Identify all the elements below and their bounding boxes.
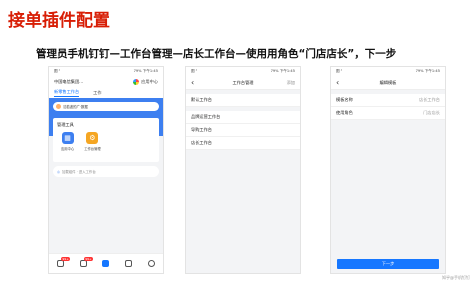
message-icon [56,260,64,267]
apps-icon [133,79,140,85]
nav-title: 工作台管理 [232,79,254,85]
tile-label: 工作台管理 [84,147,101,151]
tile-label: 应用中心 [61,147,75,151]
card-title: 管理工具 [57,122,74,127]
back-icon[interactable]: ‹ [336,78,339,87]
management-tools-card: 管理工具 ▦ 应用中心 ⚙ 工作台管理 [53,118,159,162]
profile-icon [148,260,156,267]
avatar [56,104,61,109]
info-icon: ◎ [57,169,60,174]
nav-title: 编辑模板 [379,79,397,85]
carrier-text: 图 ᵃ [336,69,343,73]
contacts-icon [125,260,133,267]
status-bar: 图 ᵃ 79% 下午1:45 [186,67,300,76]
row-label: 品牌运营工作台 [191,114,221,119]
nav-workbench[interactable] [102,260,110,267]
carrier-text: 图 ᵃ [191,69,198,73]
workbench-icon [102,260,110,267]
role-field[interactable]: 使用角色 门店店长 [331,107,445,120]
custom-section: 品牌运营工作台 导购工作台 店长工作台 [186,111,300,150]
gear-icon: ⚙ [86,132,99,144]
field-value: 门店店长 [423,110,440,115]
list-item[interactable]: 品牌运营工作台 [186,111,300,124]
org-name[interactable]: 中国电信集团... [54,79,83,85]
apps-label: 应用中心 [141,79,158,84]
tile-workbench-manage[interactable]: ⚙ 工作台管理 [84,132,101,151]
status-right: 79% 下午1:45 [133,69,158,73]
phone-workbench-manage: 图 ᵃ 79% 下午1:45 ‹ 工作台管理 添加 默认工作台 品牌运营工作台 … [185,66,301,274]
nav-bar: ‹ 工作台管理 添加 [186,76,300,90]
row-label: 店长工作台 [191,140,212,145]
add-button[interactable]: 添加 [287,80,295,86]
status-bar: 图 ᵃ 79% 下午1:45 [331,67,445,76]
carrier-text: 图 ᵃ [54,69,61,73]
apps-center-link[interactable]: 应用中心 [133,79,158,85]
back-icon[interactable]: ‹ [191,78,194,87]
tab-work[interactable]: 工作 [93,90,101,96]
page-subtitle: 管理员手机钉钉—工作台管理—店长工作台—使用用角色“门店店长”，下一步 [36,48,397,60]
field-label: 使用角色 [336,110,353,115]
status-right: 79% 下午1:45 [415,69,440,73]
tip-bar[interactable]: ◎ 加载组件 · 进入工作台 [53,166,159,177]
field-value: 店长工作台 [419,97,440,102]
page-title: 接单插件配置 [8,11,110,31]
badge: 99+ [83,257,94,261]
tip-text: 加载组件 · 进入工作台 [61,170,96,174]
nav-bar: ‹ 编辑模板 [331,76,445,90]
bottom-nav: 99+ 99+ [49,253,163,273]
nav-contacts[interactable] [125,260,133,267]
tile-app-center[interactable]: ▦ 应用中心 [61,132,74,151]
nav-docs[interactable]: 99+ [79,257,94,267]
status-right: 79% 下午1:45 [270,69,295,73]
default-section: 默认工作台 [186,94,300,107]
list-item[interactable]: 导购工作台 [186,124,300,137]
tab-retail-workbench[interactable]: 新零售工作台 [54,89,80,97]
nav-messages[interactable]: 99+ [56,257,71,267]
status-bar: 图 ᵃ 79% 下午1:45 [49,67,163,76]
row-label: 默认工作台 [191,97,212,102]
org-header: 中国电信集团... 应用中心 [49,76,163,88]
badge: 99+ [60,257,71,261]
field-label: 模板名称 [336,97,353,102]
grid-icon: ▦ [61,132,74,144]
phone-edit-template: 图 ᵃ 79% 下午1:45 ‹ 编辑模板 模板名称 店长工作台 使用角色 门店… [330,66,446,274]
phone-workbench: 图 ᵃ 79% 下午1:45 中国电信集团... 应用中心 新零售工作台 工作 … [48,66,164,274]
list-item[interactable]: 默认工作台 [186,94,300,107]
list-item[interactable]: 店长工作台 [186,137,300,150]
nav-me[interactable] [148,260,156,267]
row-label: 导购工作台 [191,127,212,132]
next-button[interactable]: 下一步 [337,259,439,269]
user-bar[interactable]: 沈若波的广·数据 [53,102,159,111]
form-section: 模板名称 店长工作台 使用角色 门店店长 [331,94,445,120]
user-text: 沈若波的广·数据 [63,105,88,109]
watermark: 知乎@手机钉钉 [442,275,470,280]
doc-icon [79,260,87,267]
template-name-field[interactable]: 模板名称 店长工作台 [331,94,445,107]
tab-bar: 新零售工作台 工作 [49,88,163,98]
